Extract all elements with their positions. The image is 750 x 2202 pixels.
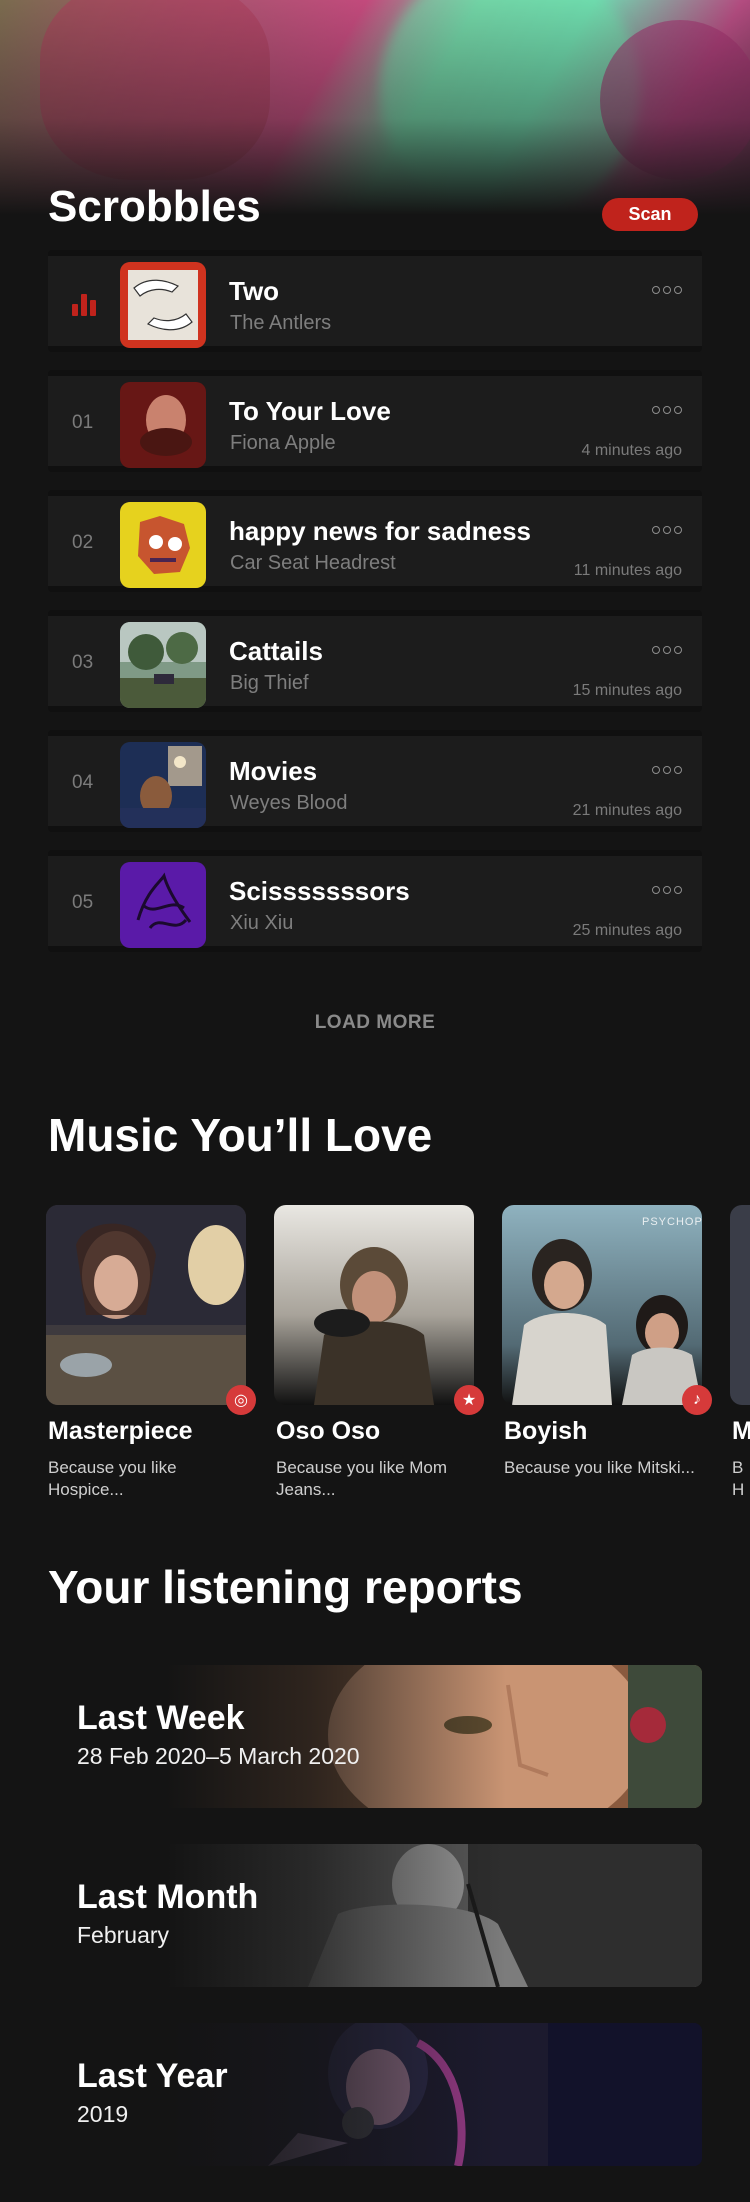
album-art xyxy=(120,262,206,348)
scrobbles-list: Two The Antlers 01 To Your Love Fiona Ap… xyxy=(48,250,702,970)
more-options-icon[interactable] xyxy=(652,886,682,894)
load-more-button[interactable]: LOAD MORE xyxy=(0,1012,750,1034)
more-options-icon[interactable] xyxy=(652,526,682,534)
album-art xyxy=(120,742,206,828)
scrobbles-title: Scrobbles xyxy=(48,182,261,231)
scrobble-time: 15 minutes ago xyxy=(572,682,682,699)
more-options-icon[interactable] xyxy=(652,646,682,654)
scrobble-time: 4 minutes ago xyxy=(581,442,682,459)
track-artist: The Antlers xyxy=(230,312,332,334)
more-options-icon[interactable] xyxy=(652,406,682,414)
album-art xyxy=(120,502,206,588)
album-cover-text: PSYCHOPOMP xyxy=(642,1216,702,1228)
recommendation-card-partial[interactable]: M B H xyxy=(730,1205,750,1499)
track-row-now-playing[interactable]: Two The Antlers xyxy=(48,250,702,352)
scrobble-time: 21 minutes ago xyxy=(572,802,682,819)
track-title: Movies xyxy=(229,756,318,786)
report-range: 2019 xyxy=(77,2101,129,2127)
recommendation-name: Boyish xyxy=(504,1417,588,1445)
scrobble-time: 11 minutes ago xyxy=(573,562,682,579)
track-title: happy news for sadness xyxy=(229,516,531,546)
track-row[interactable]: 01 To Your Love Fiona Apple 4 minutes ag… xyxy=(48,370,702,472)
more-options-icon[interactable] xyxy=(652,766,682,774)
report-label: Last Month xyxy=(77,1878,259,1916)
album-cover xyxy=(730,1205,750,1405)
track-title: Two xyxy=(229,276,280,306)
recommendation-reason: Because you like Mitski... xyxy=(504,1458,695,1477)
music-note-icon: ♪ xyxy=(682,1385,712,1415)
track-artist: Weyes Blood xyxy=(230,792,348,814)
album-art xyxy=(120,622,206,708)
recommendation-carousel: ◎ Masterpiece Because you like Hospice..… xyxy=(46,1205,750,1505)
album-art xyxy=(120,382,206,468)
report-range: February xyxy=(77,1922,170,1948)
track-row[interactable]: 03 Cattails Big Thief 15 minutes ago xyxy=(48,610,702,712)
track-rank: 05 xyxy=(72,892,94,913)
listening-reports-title: Your listening reports xyxy=(48,1561,523,1613)
album-cover xyxy=(274,1205,474,1405)
more-options-icon[interactable] xyxy=(652,286,682,294)
track-rank: 03 xyxy=(72,652,94,673)
star-icon: ★ xyxy=(454,1385,484,1415)
track-artist: Xiu Xiu xyxy=(230,912,294,934)
track-row[interactable]: 05 Scisssssssors Xiu Xiu 25 minutes ago xyxy=(48,850,702,952)
recommendation-card[interactable]: ◎ Masterpiece Because you like Hospice..… xyxy=(46,1205,256,1499)
recommendation-reason: B H xyxy=(732,1458,745,1499)
album-cover: PSYCHOPOMP xyxy=(502,1205,702,1405)
recommendation-reason: Because you like Mom Jeans... xyxy=(276,1458,448,1499)
scrobbles-page: Scrobbles Scan Two The Antlers 01 To You… xyxy=(0,0,750,2202)
track-rank: 02 xyxy=(72,532,94,553)
track-row[interactable]: 02 happy news for sadness Car Seat Headr… xyxy=(48,490,702,592)
recommendation-name: Oso Oso xyxy=(276,1417,381,1445)
recommendation-name: M xyxy=(732,1417,750,1445)
track-artist: Fiona Apple xyxy=(230,432,336,454)
radio-icon: ◎ xyxy=(226,1385,256,1415)
track-rank: 04 xyxy=(72,772,94,793)
album-art xyxy=(120,862,206,948)
track-title: Cattails xyxy=(229,636,323,666)
track-artist: Car Seat Headrest xyxy=(230,552,396,574)
recommendation-reason: Because you like Hospice... xyxy=(48,1458,177,1499)
report-card-last-month[interactable]: Last Month February xyxy=(48,1844,702,1987)
recommendation-card[interactable]: PSYCHOPOMP ♪ Boyish Because you like Mit… xyxy=(502,1205,712,1477)
recommendation-name: Masterpiece xyxy=(48,1417,193,1445)
report-card-last-year[interactable]: Last Year 2019 xyxy=(48,2023,702,2166)
track-artist: Big Thief xyxy=(230,672,309,694)
recommendation-card[interactable]: ★ Oso Oso Because you like Mom Jeans... xyxy=(274,1205,484,1499)
track-title: To Your Love xyxy=(229,396,391,426)
report-range: 28 Feb 2020–5 March 2020 xyxy=(77,1743,360,1769)
report-label: Last Year xyxy=(77,2057,228,2095)
scan-button[interactable]: Scan xyxy=(602,198,698,231)
track-title: Scisssssssors xyxy=(229,876,410,906)
scrobble-time: 25 minutes ago xyxy=(572,922,682,939)
album-cover xyxy=(46,1205,246,1405)
report-label: Last Week xyxy=(77,1699,245,1737)
track-row[interactable]: 04 Movies Weyes Blood 21 minutes ago xyxy=(48,730,702,832)
now-playing-bars-icon xyxy=(72,294,96,316)
music-youll-love-title: Music You’ll Love xyxy=(48,1109,433,1161)
track-rank: 01 xyxy=(72,412,94,433)
report-card-last-week[interactable]: Last Week 28 Feb 2020–5 March 2020 xyxy=(48,1665,702,1808)
